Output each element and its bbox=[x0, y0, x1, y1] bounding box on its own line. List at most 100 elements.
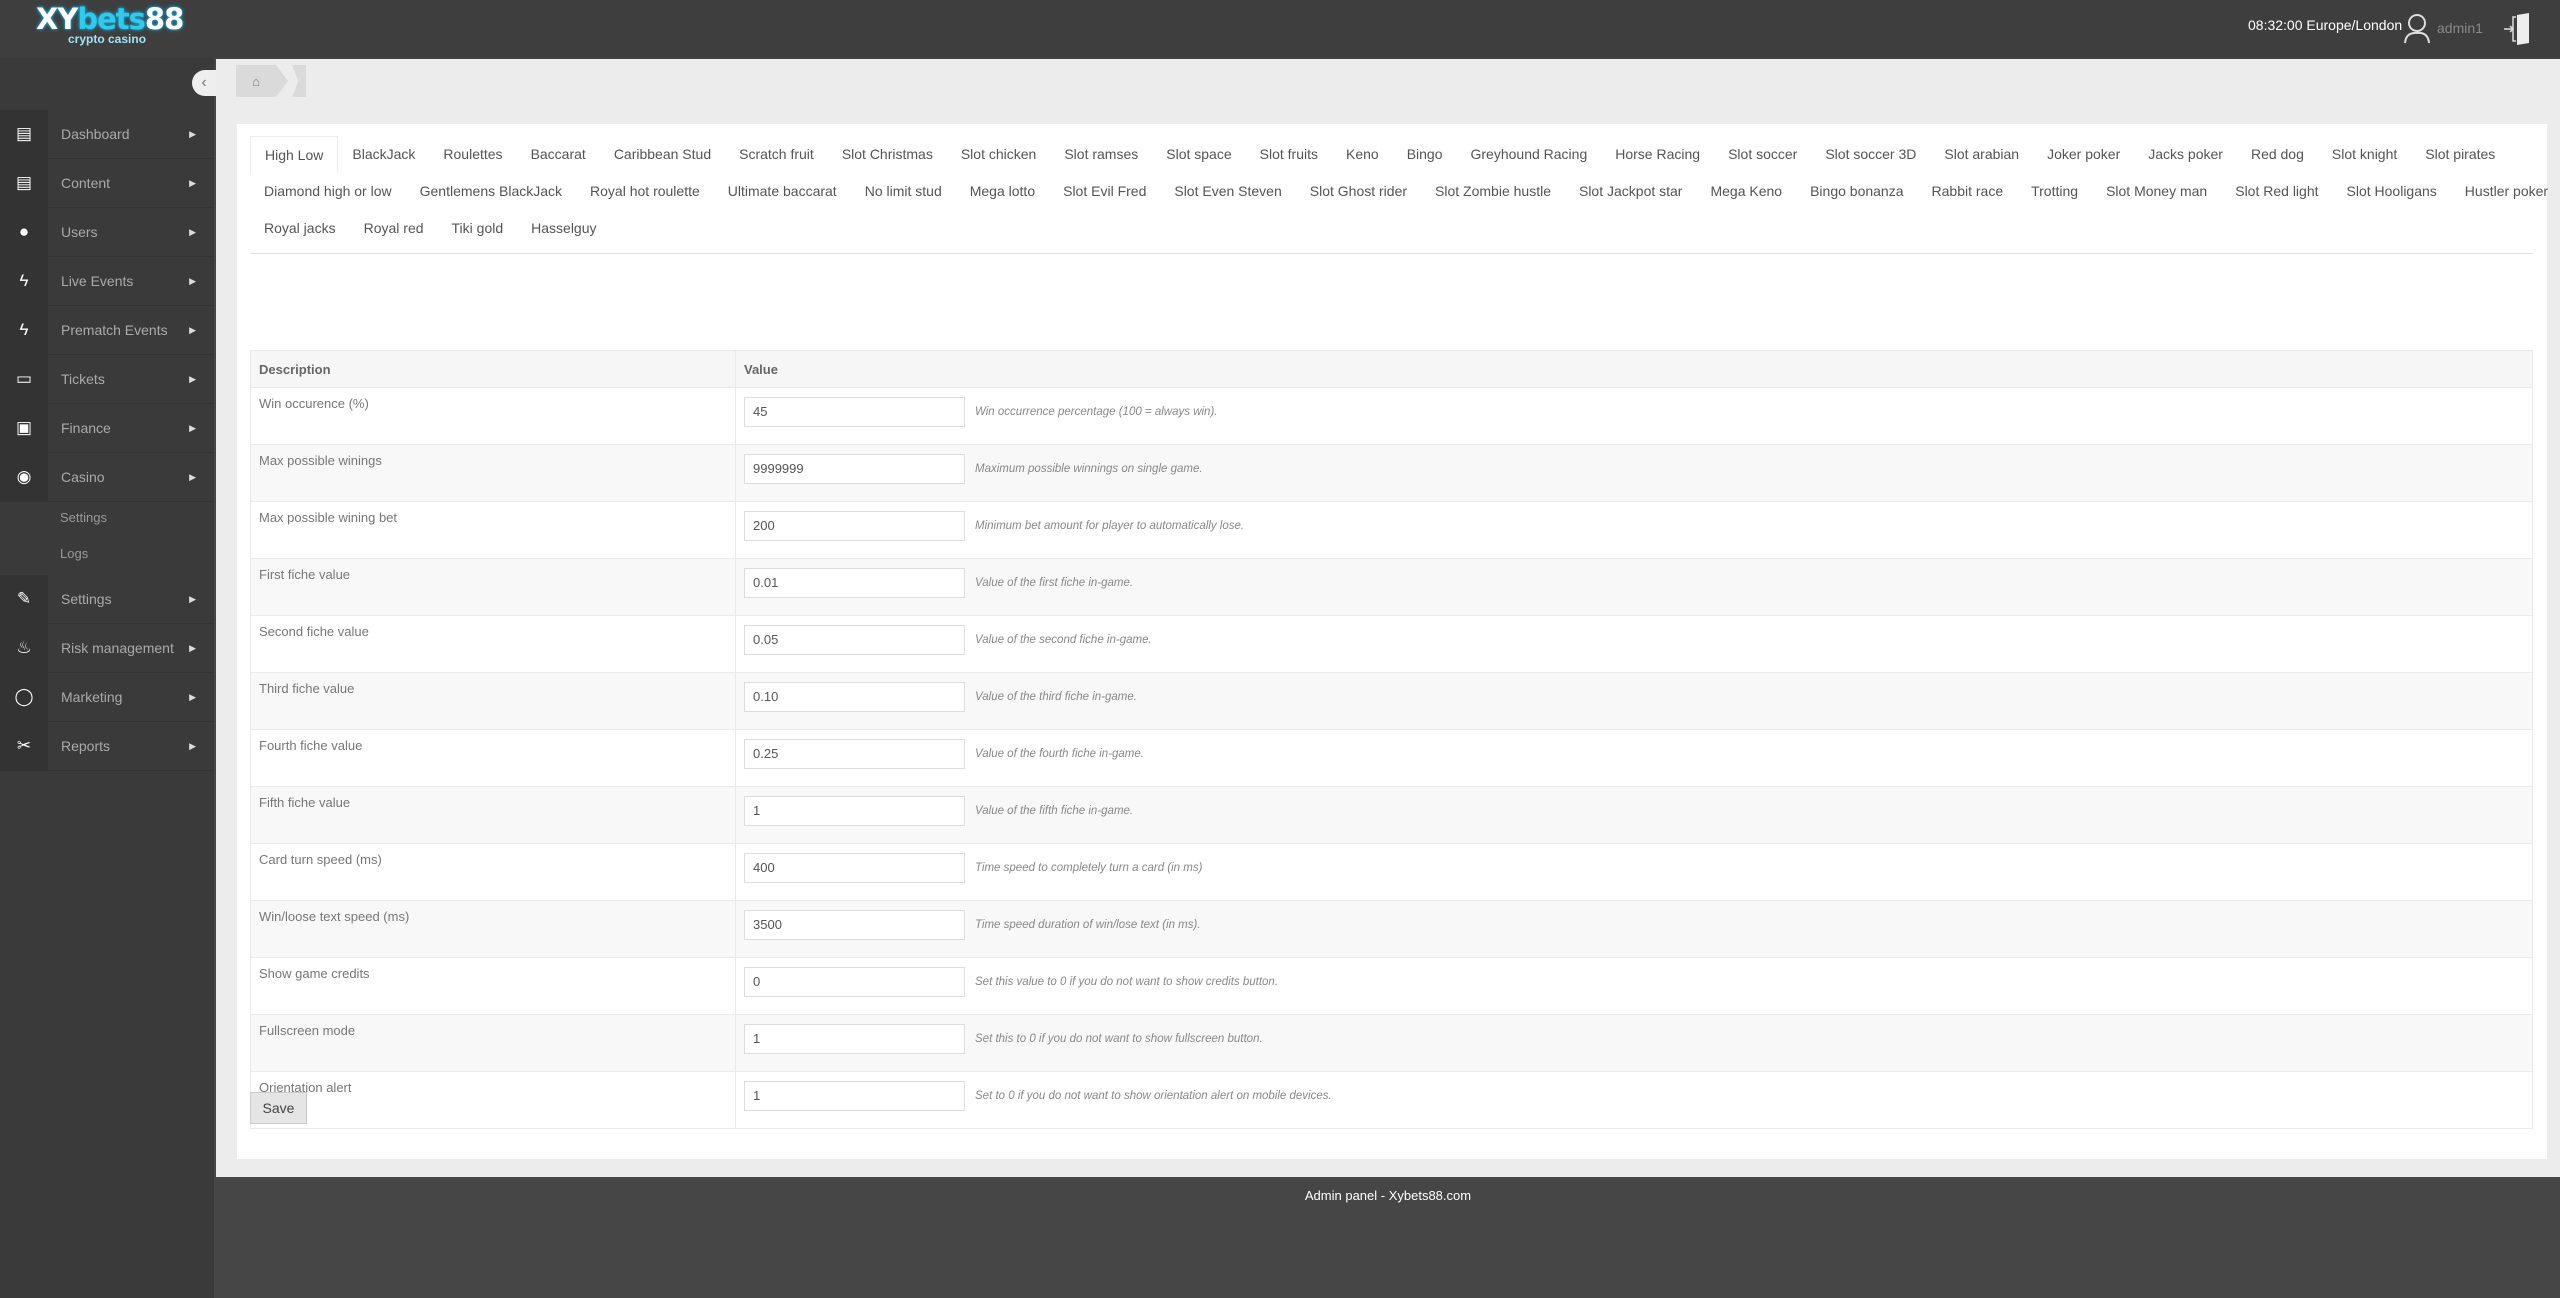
tab-slot-christmas[interactable]: Slot Christmas bbox=[828, 136, 947, 173]
sidebar-item-settings[interactable]: ✎ Settings ▶ bbox=[0, 575, 214, 624]
tab-red-dog[interactable]: Red dog bbox=[2237, 136, 2318, 173]
setting-value-input[interactable]: 1 bbox=[744, 1024, 965, 1054]
tab-caribbean-stud[interactable]: Caribbean Stud bbox=[600, 136, 725, 173]
sidebar-item-reports[interactable]: ✂ Reports ▶ bbox=[0, 722, 214, 771]
tab-slot-hooligans[interactable]: Slot Hooligans bbox=[2333, 173, 2451, 210]
tab-slot-chicken[interactable]: Slot chicken bbox=[947, 136, 1050, 173]
tab-rabbit-race[interactable]: Rabbit race bbox=[1918, 173, 2018, 210]
casino-sub-logs[interactable]: Logs bbox=[60, 546, 88, 561]
settings-table: Description Value Win occurence (%) 45 Win… bbox=[250, 350, 2533, 1129]
setting-value-input[interactable]: 200 bbox=[744, 511, 965, 541]
tab-slot-soccer[interactable]: Slot soccer bbox=[1714, 136, 1811, 173]
tab-slot-ghost-rider[interactable]: Slot Ghost rider bbox=[1296, 173, 1421, 210]
logo[interactable]: XYbets88 crypto casino bbox=[36, 4, 184, 46]
tab-bingo[interactable]: Bingo bbox=[1393, 136, 1457, 173]
tab-keno[interactable]: Keno bbox=[1332, 136, 1393, 173]
setting-value-input[interactable]: 400 bbox=[744, 853, 965, 883]
tab-tiki-gold[interactable]: Tiki gold bbox=[438, 210, 518, 247]
setting-value-input[interactable]: 9999999 bbox=[744, 454, 965, 484]
setting-hint: Set this value to 0 if you do not want t… bbox=[975, 976, 1279, 988]
home-icon[interactable]: ⌂ bbox=[236, 65, 276, 97]
tab-trotting[interactable]: Trotting bbox=[2017, 173, 2092, 210]
setting-value-input[interactable]: 3500 bbox=[744, 910, 965, 940]
tab-scratch-fruit[interactable]: Scratch fruit bbox=[725, 136, 828, 173]
column-header-value: Value bbox=[735, 350, 2533, 388]
tab-horse-racing[interactable]: Horse Racing bbox=[1601, 136, 1714, 173]
tab-hustler-poker[interactable]: Hustler poker bbox=[2451, 173, 2560, 210]
setting-value-input[interactable]: 0.10 bbox=[744, 682, 965, 712]
sidebar-item-finance[interactable]: ▣ Finance ▶ bbox=[0, 404, 214, 453]
tab-slot-red-light[interactable]: Slot Red light bbox=[2221, 173, 2332, 210]
tab-royal-red[interactable]: Royal red bbox=[350, 210, 438, 247]
tab-slot-jackpot-star[interactable]: Slot Jackpot star bbox=[1565, 173, 1697, 210]
setting-hint: Value of the third fiche in-game. bbox=[975, 691, 1137, 703]
tab-slot-soccer-3d[interactable]: Slot soccer 3D bbox=[1811, 136, 1930, 173]
sidebar-item-dashboard[interactable]: ▤ Dashboard ▶ bbox=[0, 110, 214, 159]
fire-extinguisher-icon: ♨ bbox=[0, 624, 48, 672]
setting-value-input[interactable]: 1 bbox=[744, 1081, 965, 1111]
tab-mega-lotto[interactable]: Mega lotto bbox=[956, 173, 1049, 210]
save-button[interactable]: Save bbox=[250, 1092, 307, 1124]
caret-right-icon: ▶ bbox=[189, 177, 196, 188]
setting-value-input[interactable]: 0 bbox=[744, 967, 965, 997]
tab-slot-space[interactable]: Slot space bbox=[1152, 136, 1245, 173]
setting-value-input[interactable]: 45 bbox=[744, 397, 965, 427]
tab-slot-knight[interactable]: Slot knight bbox=[2318, 136, 2411, 173]
setting-value-input[interactable]: 0.25 bbox=[744, 739, 965, 769]
sidebar-item-marketing[interactable]: ◯ Marketing ▶ bbox=[0, 673, 214, 722]
setting-label: First fiche value bbox=[250, 558, 736, 616]
tab-bingo-bonanza[interactable]: Bingo bonanza bbox=[1796, 173, 1917, 210]
tab-slot-ramses[interactable]: Slot ramses bbox=[1050, 136, 1152, 173]
tab-ultimate-baccarat[interactable]: Ultimate baccarat bbox=[714, 173, 851, 210]
column-header-description: Description bbox=[250, 350, 736, 388]
tab-greyhound-racing[interactable]: Greyhound Racing bbox=[1457, 136, 1602, 173]
tab-hasselguy[interactable]: Hasselguy bbox=[517, 210, 610, 247]
tab-diamond-high-or-low[interactable]: Diamond high or low bbox=[250, 173, 406, 210]
setting-value-input[interactable]: 1 bbox=[744, 796, 965, 826]
table-row: Card turn speed (ms) 400 Time speed to com… bbox=[250, 843, 2533, 901]
wrench-icon: ✎ bbox=[0, 575, 48, 623]
tab-slot-money-man[interactable]: Slot Money man bbox=[2092, 173, 2221, 210]
setting-hint: Maximum possible winnings on single game… bbox=[975, 463, 1203, 475]
tab-slot-arabian[interactable]: Slot arabian bbox=[1930, 136, 2033, 173]
sidebar-item-content[interactable]: ▤ Content ▶ bbox=[0, 159, 214, 208]
setting-hint: Value of the fourth fiche in-game. bbox=[975, 748, 1144, 760]
tab-royal-jacks[interactable]: Royal jacks bbox=[250, 210, 350, 247]
sidebar-item-tickets[interactable]: ▭ Tickets ▶ bbox=[0, 355, 214, 404]
logout-icon[interactable] bbox=[2503, 12, 2531, 46]
sidebar-item-label: Dashboard bbox=[61, 126, 130, 142]
setting-hint: Time speed to completely turn a card (in… bbox=[975, 862, 1203, 874]
sidebar-item-casino[interactable]: ◉ Casino ▶ bbox=[0, 453, 214, 502]
tab-slot-even-steven[interactable]: Slot Even Steven bbox=[1160, 173, 1295, 210]
sidebar-item-risk-management[interactable]: ♨ Risk management ▶ bbox=[0, 624, 214, 673]
tab-slot-zombie-hustle[interactable]: Slot Zombie hustle bbox=[1421, 173, 1565, 210]
tab-jacks-poker[interactable]: Jacks poker bbox=[2134, 136, 2237, 173]
tab-roulettes[interactable]: Roulettes bbox=[429, 136, 516, 173]
tab-gentlemens-blackjack[interactable]: Gentlemens BlackJack bbox=[406, 173, 576, 210]
tab-high-low[interactable]: High Low bbox=[250, 136, 339, 173]
tab-blackjack[interactable]: BlackJack bbox=[338, 136, 429, 173]
username[interactable]: admin1 bbox=[2437, 20, 2483, 36]
user-avatar-icon[interactable] bbox=[2403, 12, 2431, 44]
sidebar-item-live-events[interactable]: ϟ Live Events ▶ bbox=[0, 257, 214, 306]
tab-slot-pirates[interactable]: Slot pirates bbox=[2411, 136, 2509, 173]
setting-value-input[interactable]: 0.01 bbox=[744, 568, 965, 598]
tab-no-limit-stud[interactable]: No limit stud bbox=[851, 173, 956, 210]
setting-label: Max possible winings bbox=[250, 444, 736, 502]
sidebar-item-users[interactable]: ● Users ▶ bbox=[0, 208, 214, 257]
breadcrumb: ⌂ bbox=[236, 65, 306, 97]
tab-slot-fruits[interactable]: Slot fruits bbox=[1246, 136, 1332, 173]
tab-mega-keno[interactable]: Mega Keno bbox=[1696, 173, 1796, 210]
table-row: Fullscreen mode 1 Set this to 0 if you do … bbox=[250, 1014, 2533, 1072]
tab-royal-hot-roulette[interactable]: Royal hot roulette bbox=[576, 173, 714, 210]
book-icon: ▤ bbox=[0, 110, 48, 158]
tab-slot-evil-fred[interactable]: Slot Evil Fred bbox=[1049, 173, 1160, 210]
collapse-sidebar-button[interactable]: ‹ bbox=[192, 70, 216, 96]
tab-baccarat[interactable]: Baccarat bbox=[517, 136, 600, 173]
tab-joker-poker[interactable]: Joker poker bbox=[2033, 136, 2134, 173]
settings-card: High Low BlackJack Roulettes Baccarat Caribb… bbox=[237, 124, 2548, 1159]
casino-sub-settings[interactable]: Settings bbox=[60, 510, 107, 525]
tab-row: Diamond high or low Gentlemens BlackJack R… bbox=[250, 173, 2548, 210]
setting-value-input[interactable]: 0.05 bbox=[744, 625, 965, 655]
sidebar-item-prematch-events[interactable]: ϟ Prematch Events ▶ bbox=[0, 306, 214, 355]
